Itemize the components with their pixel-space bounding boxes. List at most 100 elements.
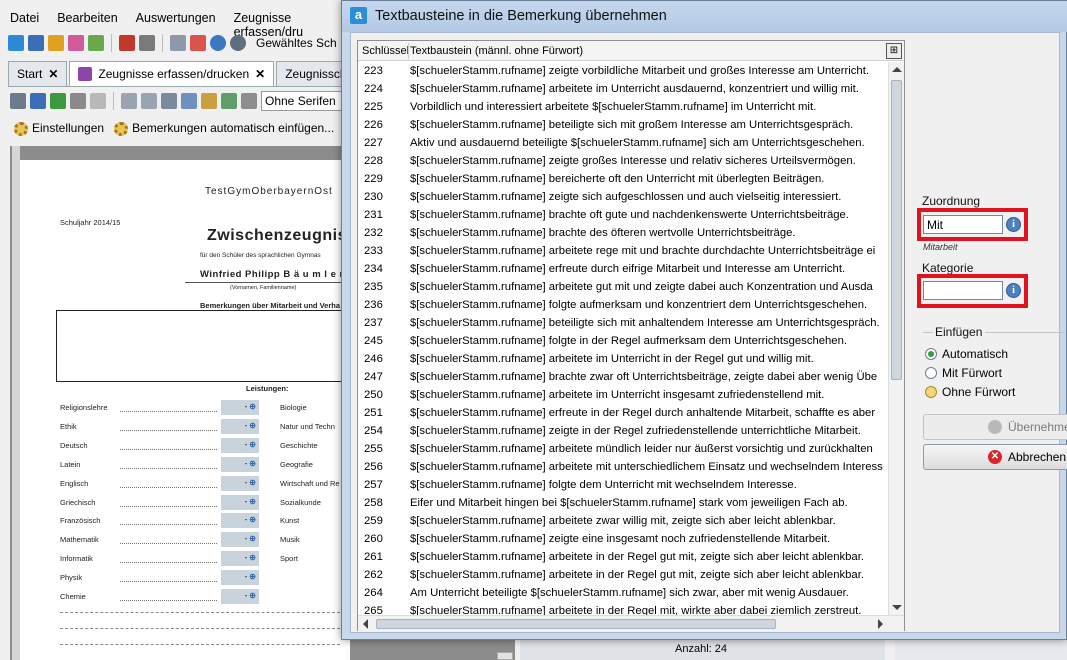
- grade-field[interactable]: - ⊕: [221, 589, 259, 604]
- grade-picker-icon[interactable]: ⊕: [249, 591, 256, 600]
- grade-field[interactable]: - ⊕: [221, 437, 259, 453]
- table-row[interactable]: 235 $[schuelerStamm.rufname] arbeitete gu…: [358, 278, 888, 296]
- table-row[interactable]: 257 $[schuelerStamm.rufname] folgte dem U…: [358, 476, 888, 494]
- cut-icon[interactable]: [161, 93, 177, 109]
- windows-icon[interactable]: [170, 35, 186, 51]
- undo-icon[interactable]: [50, 93, 66, 109]
- table-row[interactable]: 245 $[schuelerStamm.rufname] folgte in de…: [358, 332, 888, 350]
- scroll-down-button[interactable]: [497, 652, 513, 660]
- grade-picker-icon[interactable]: ⊕: [249, 459, 256, 468]
- table-row[interactable]: 247 $[schuelerStamm.rufname] brachte zwar…: [358, 368, 888, 386]
- grade-field[interactable]: - ⊕: [221, 551, 259, 567]
- grade-field[interactable]: - ⊕: [221, 532, 259, 548]
- menu-datei[interactable]: Datei: [0, 8, 39, 30]
- table-row[interactable]: 250 $[schuelerStamm.rufname] arbeitete im…: [358, 386, 888, 404]
- menu-auswertungen[interactable]: Auswertungen: [126, 8, 216, 30]
- zuordnung-field[interactable]: Mit: [923, 215, 1003, 234]
- scroll-up-icon[interactable]: [892, 67, 902, 72]
- column-header-key[interactable]: Schlüssel: [362, 45, 409, 57]
- radio-ohne-fuerwort[interactable]: Ohne Fürwort: [925, 385, 1015, 399]
- table-row[interactable]: 256 $[schuelerStamm.rufname] arbeitete mi…: [358, 458, 888, 476]
- grade-picker-icon[interactable]: ⊕: [249, 402, 256, 411]
- radio-mit-fuerwort[interactable]: Mit Fürwort: [925, 366, 1002, 380]
- vertical-scrollbar[interactable]: [888, 62, 904, 615]
- grade-field[interactable]: - ⊕: [221, 570, 259, 586]
- horizontal-scrollbar[interactable]: [358, 615, 904, 631]
- table-row[interactable]: 255 $[schuelerStamm.rufname] arbeitete mü…: [358, 440, 888, 458]
- scroll-right-icon[interactable]: [878, 619, 883, 629]
- print-icon[interactable]: [139, 35, 155, 51]
- groups-icon[interactable]: [68, 35, 84, 51]
- teachers-icon[interactable]: [48, 35, 64, 51]
- export-icon[interactable]: [90, 93, 106, 109]
- report-icon[interactable]: [119, 35, 135, 51]
- paste-icon[interactable]: [201, 93, 217, 109]
- table-row[interactable]: 264 Am Unterricht beteiligte $[schuelerSt…: [358, 584, 888, 602]
- info-icon[interactable]: [210, 35, 226, 51]
- grade-field[interactable]: - ⊕: [221, 456, 259, 472]
- grade-picker-icon[interactable]: ⊕: [249, 515, 256, 524]
- settings-button[interactable]: Einstellungen: [14, 121, 104, 136]
- grade-picker-icon[interactable]: ⊕: [249, 497, 256, 506]
- grade-picker-icon[interactable]: ⊕: [249, 572, 256, 581]
- table-row[interactable]: 261 $[schuelerStamm.rufname] arbeitete in…: [358, 548, 888, 566]
- accept-button[interactable]: Übernehmen: [923, 414, 1067, 440]
- radio-automatisch[interactable]: Automatisch: [925, 347, 1008, 361]
- grade-picker-icon[interactable]: ⊕: [249, 421, 256, 430]
- grade-field[interactable]: - ⊕: [221, 494, 259, 510]
- grade-picker-icon[interactable]: ⊕: [249, 440, 256, 449]
- students-icon[interactable]: [28, 35, 44, 51]
- scroll-thumb[interactable]: [891, 80, 902, 380]
- table-row[interactable]: 234 $[schuelerStamm.rufname] erfreute dur…: [358, 260, 888, 278]
- tab-zeugnisse-erfassen[interactable]: Zeugnisse erfassen/drucken ✕: [69, 61, 275, 86]
- calendar-icon[interactable]: [190, 35, 206, 51]
- cancel-button[interactable]: ✕ Abbrechen: [923, 444, 1067, 470]
- table-row[interactable]: 231 $[schuelerStamm.rufname] brachte oft …: [358, 206, 888, 224]
- table-row[interactable]: 251 $[schuelerStamm.rufname] erfreute in …: [358, 404, 888, 422]
- close-icon[interactable]: ✕: [255, 67, 265, 86]
- scroll-thumb[interactable]: [376, 619, 776, 629]
- menu-bearbeiten[interactable]: Bearbeiten: [47, 8, 117, 30]
- print-icon[interactable]: [10, 93, 26, 109]
- info-icon[interactable]: i: [1006, 217, 1021, 232]
- grade-field[interactable]: - ⊕: [221, 400, 259, 415]
- grade-picker-icon[interactable]: ⊕: [249, 553, 256, 562]
- table-row[interactable]: 237 $[schuelerStamm.rufname] beteiligte s…: [358, 314, 888, 332]
- delete-icon[interactable]: [70, 93, 86, 109]
- table-row[interactable]: 258 Eifer und Mitarbeit hingen bei $[schu…: [358, 494, 888, 512]
- grade-field[interactable]: - ⊕: [221, 418, 259, 434]
- table-row[interactable]: 259 $[schuelerStamm.rufname] arbeitete zw…: [358, 512, 888, 530]
- table-row[interactable]: 225 Vorbildlich und interessiert arbeitet…: [358, 98, 888, 116]
- info-icon[interactable]: i: [1006, 283, 1021, 298]
- table-row[interactable]: 265 $[schuelerStamm.rufname] arbeitete in…: [358, 602, 888, 615]
- table-row[interactable]: 233 $[schuelerStamm.rufname] arbeitete re…: [358, 242, 888, 260]
- classes-icon[interactable]: [8, 35, 24, 51]
- arrow-left-icon[interactable]: [121, 93, 137, 109]
- dialog-titlebar[interactable]: a Textbausteine in die Bemerkung überneh…: [342, 1, 1067, 32]
- help-icon[interactable]: [230, 35, 246, 51]
- table-row[interactable]: 262 $[schuelerStamm.rufname] arbeitete in…: [358, 566, 888, 584]
- table-row[interactable]: 226 $[schuelerStamm.rufname] beteiligte s…: [358, 116, 888, 134]
- copy-icon[interactable]: [181, 93, 197, 109]
- remarks-field[interactable]: [56, 310, 346, 382]
- auto-insert-remarks-button[interactable]: Bemerkungen automatisch einfügen...: [114, 121, 334, 136]
- table-row[interactable]: 223 $[schuelerStamm.rufname] zeigte vorbi…: [358, 62, 888, 80]
- column-chooser-icon[interactable]: ⊞: [886, 43, 902, 59]
- table-row[interactable]: 228 $[schuelerStamm.rufname] zeigte große…: [358, 152, 888, 170]
- kategorie-field[interactable]: [923, 281, 1003, 300]
- table-row[interactable]: 232 $[schuelerStamm.rufname] brachte des …: [358, 224, 888, 242]
- table-row[interactable]: 230 $[schuelerStamm.rufname] zeigte sich …: [358, 188, 888, 206]
- table-row[interactable]: 246 $[schuelerStamm.rufname] arbeitete im…: [358, 350, 888, 368]
- column-header-text[interactable]: Textbaustein (männl. ohne Fürwort): [410, 45, 583, 57]
- table-row[interactable]: 236 $[schuelerStamm.rufname] folgte aufme…: [358, 296, 888, 314]
- table-row[interactable]: 227 Aktiv und ausdauernd beteiligte $[sch…: [358, 134, 888, 152]
- tab-start[interactable]: Start ✕: [8, 61, 68, 86]
- close-icon[interactable]: ✕: [48, 67, 58, 86]
- grade-picker-icon[interactable]: ⊕: [249, 478, 256, 487]
- arrow-right-icon[interactable]: [141, 93, 157, 109]
- replace-icon[interactable]: [221, 93, 237, 109]
- font-family-select[interactable]: Ohne Serifen: [261, 91, 351, 111]
- table-row[interactable]: 229 $[schuelerStamm.rufname] bereicherte …: [358, 170, 888, 188]
- grade-field[interactable]: - ⊕: [221, 513, 259, 529]
- save-icon[interactable]: [30, 93, 46, 109]
